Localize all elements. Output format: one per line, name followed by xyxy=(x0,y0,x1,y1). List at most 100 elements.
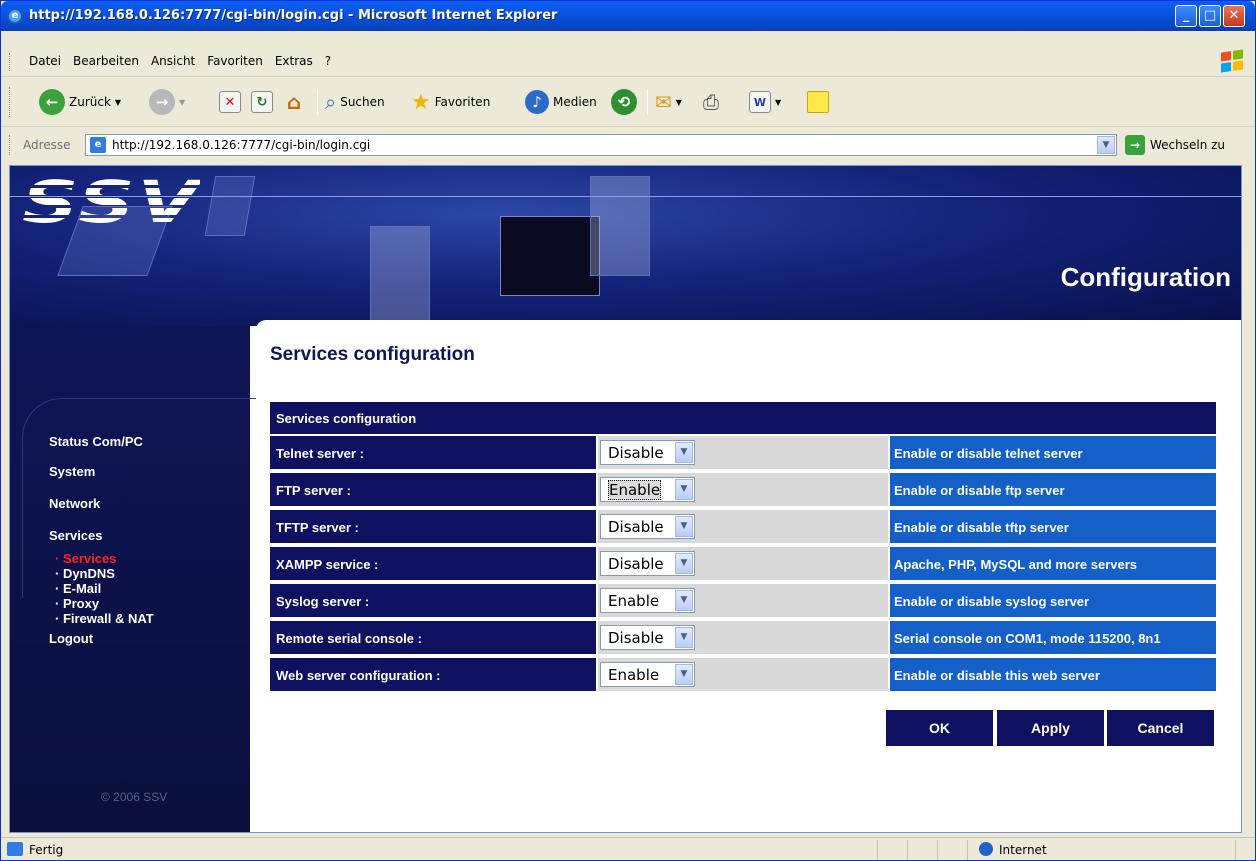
go-label: Wechseln zu xyxy=(1150,138,1226,152)
back-button[interactable]: ← Zurück ▼ xyxy=(39,87,121,117)
nav-network[interactable]: Network xyxy=(49,496,100,511)
services-table: Services configuration Telnet server : D… xyxy=(270,402,1216,693)
subnav-email[interactable]: · E-Mail xyxy=(55,582,101,596)
menu-extras[interactable]: Extras xyxy=(269,54,319,68)
address-url: http://192.168.0.126:7777/cgi-bin/login.… xyxy=(112,138,371,152)
syslog-select[interactable]: Enable ▼ xyxy=(600,588,695,613)
chevron-down-icon[interactable]: ▼ xyxy=(675,664,693,685)
forward-button[interactable]: → ▼ xyxy=(149,87,185,117)
home-icon[interactable]: ⌂ xyxy=(283,90,305,114)
chevron-down-icon[interactable]: ▼ xyxy=(675,516,693,537)
ftp-select[interactable]: Enable ▼ xyxy=(600,477,695,502)
menu-ansicht[interactable]: Ansicht xyxy=(145,54,201,68)
mail-button[interactable]: ✉ ▼ xyxy=(655,87,682,117)
select-value: Enable xyxy=(608,666,660,684)
row-label: XAMPP service : xyxy=(270,547,596,580)
nav-logout[interactable]: Logout xyxy=(49,631,93,646)
row-label: Syslog server : xyxy=(270,584,596,617)
row-description: Serial console on COM1, mode 115200, 8n1 xyxy=(890,621,1216,654)
xampp-select[interactable]: Disable ▼ xyxy=(600,551,695,576)
chevron-down-icon[interactable]: ▼ xyxy=(675,627,693,648)
sidebar: Status Com/PC System Network Services · … xyxy=(10,326,322,832)
menu-datei[interactable]: Datei xyxy=(23,54,67,68)
maximize-button[interactable]: □ xyxy=(1199,5,1221,27)
go-button[interactable]: → Wechseln zu xyxy=(1125,135,1225,155)
subnav-firewall-nat[interactable]: · Firewall & NAT xyxy=(55,612,154,626)
apply-button[interactable]: Apply xyxy=(997,710,1104,746)
chevron-down-icon[interactable]: ▼ xyxy=(675,553,693,574)
search-button[interactable]: ⌕ Suchen xyxy=(325,87,385,117)
table-row: Web server configuration : Enable ▼ Enabl… xyxy=(270,658,1216,693)
search-icon: ⌕ xyxy=(325,90,337,114)
main-panel: Services configuration Services configur… xyxy=(256,320,1241,832)
edit-button[interactable]: W ▼ xyxy=(749,87,781,117)
mail-dropdown-icon[interactable]: ▼ xyxy=(676,98,682,107)
select-value: Disable xyxy=(608,518,664,536)
select-value: Disable xyxy=(608,629,664,647)
forward-dropdown-icon[interactable]: ▼ xyxy=(179,98,185,107)
close-button[interactable]: ✕ xyxy=(1223,5,1245,27)
ie-icon: e xyxy=(7,8,23,24)
menu-bearbeiten[interactable]: Bearbeiten xyxy=(67,54,145,68)
favorites-button[interactable]: ★ Favoriten xyxy=(411,87,490,117)
address-dropdown-icon[interactable]: ▼ xyxy=(1097,136,1115,154)
row-description: Enable or disable this web server xyxy=(890,658,1216,691)
row-description: Enable or disable tftp server xyxy=(890,510,1216,543)
media-icon: ♪ xyxy=(525,90,549,114)
menu-help[interactable]: ? xyxy=(319,54,337,68)
ssv-logo[interactable]: SSV xyxy=(22,168,201,236)
address-bar: Adresse e http://192.168.0.126:7777/cgi-… xyxy=(1,129,1255,161)
minimize-button[interactable]: _ xyxy=(1175,5,1197,27)
back-arrow-icon: ← xyxy=(39,89,65,115)
subnav-services[interactable]: · Services xyxy=(55,552,116,566)
refresh-icon[interactable]: ↻ xyxy=(251,91,273,113)
subnav-dyndns[interactable]: · DynDNS xyxy=(55,567,115,581)
chevron-down-icon[interactable]: ▼ xyxy=(675,479,693,500)
menu-grip xyxy=(9,53,12,71)
table-header: Services configuration xyxy=(270,402,1216,434)
serial-console-select[interactable]: Disable ▼ xyxy=(600,625,695,650)
ok-button[interactable]: OK xyxy=(886,710,993,746)
tftp-select[interactable]: Disable ▼ xyxy=(600,514,695,539)
telnet-select[interactable]: Disable ▼ xyxy=(600,440,695,465)
chevron-down-icon[interactable]: ▼ xyxy=(675,442,693,463)
edit-dropdown-icon[interactable]: ▼ xyxy=(775,98,781,107)
row-description: Apache, PHP, MySQL and more servers xyxy=(890,547,1216,580)
edit-icon: W xyxy=(749,91,771,113)
status-bar: Fertig Internet xyxy=(1,837,1255,861)
favorites-label: Favoriten xyxy=(434,95,491,109)
chevron-down-icon[interactable]: ▼ xyxy=(675,590,693,611)
row-label: Telnet server : xyxy=(270,436,596,469)
nav-services[interactable]: Services xyxy=(49,528,103,543)
decor-server-tower xyxy=(590,176,650,276)
decor-server-tower xyxy=(370,226,430,326)
nav-system[interactable]: System xyxy=(49,464,95,479)
windows-logo-icon xyxy=(1221,49,1243,73)
print-icon[interactable]: ⎙ xyxy=(703,90,719,114)
page-title: Services configuration xyxy=(270,344,475,365)
address-grip xyxy=(9,135,12,155)
webserver-select[interactable]: Enable ▼ xyxy=(600,662,695,687)
resize-grip-icon[interactable] xyxy=(1235,840,1236,860)
menu-favoriten[interactable]: Favoriten xyxy=(201,54,269,68)
page-icon: e xyxy=(90,137,106,153)
security-zone: Internet xyxy=(999,843,1047,857)
media-button[interactable]: ♪ Medien xyxy=(525,87,597,117)
address-label: Adresse xyxy=(23,138,71,152)
cancel-button[interactable]: Cancel xyxy=(1107,710,1214,746)
select-value: Enable xyxy=(608,480,662,500)
status-pane xyxy=(967,840,968,860)
back-dropdown-icon[interactable]: ▼ xyxy=(115,98,121,107)
mail-icon: ✉ xyxy=(655,90,672,114)
subnav-proxy[interactable]: · Proxy xyxy=(55,597,99,611)
messenger-note-icon[interactable] xyxy=(807,91,829,113)
address-input[interactable]: e http://192.168.0.126:7777/cgi-bin/logi… xyxy=(85,134,1117,156)
stop-icon[interactable]: ✕ xyxy=(219,91,241,113)
page-done-icon xyxy=(7,842,23,856)
select-value: Enable xyxy=(608,592,660,610)
nav-status-com-pc[interactable]: Status Com/PC xyxy=(49,434,143,449)
row-label: Web server configuration : xyxy=(270,658,596,691)
separator xyxy=(647,89,648,115)
history-icon[interactable]: ⟲ xyxy=(611,89,637,115)
title-bar: e http://192.168.0.126:7777/cgi-bin/logi… xyxy=(1,1,1255,31)
